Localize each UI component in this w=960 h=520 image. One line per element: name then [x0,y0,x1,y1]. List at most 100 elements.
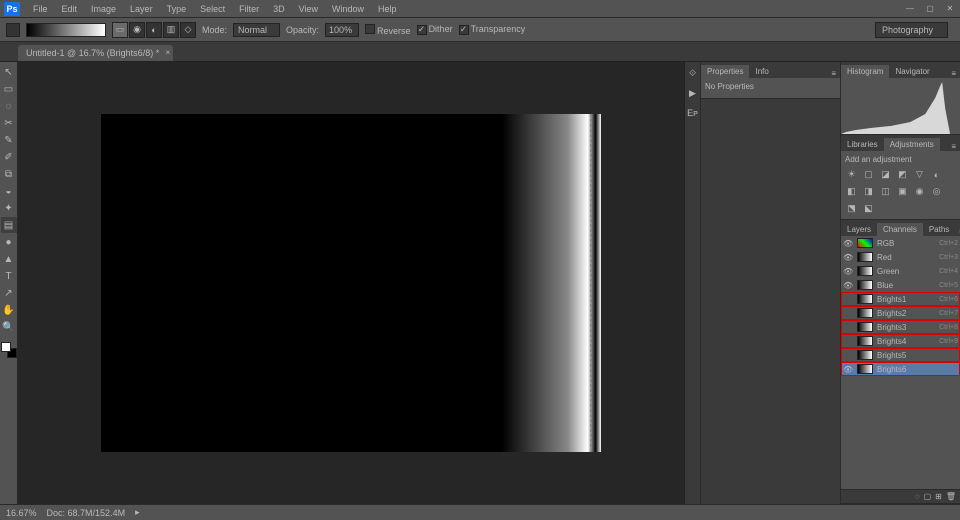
channel-brights2[interactable]: Brights2Ctrl+7 [841,306,960,320]
menu-help[interactable]: Help [371,2,404,16]
menu-select[interactable]: Select [193,2,232,16]
adjustment-icon-1[interactable]: ▢ [862,168,875,181]
tool-5[interactable]: ✐ [1,149,17,165]
tab-navigator[interactable]: Navigator [889,65,935,78]
tool-6[interactable]: ⧉ [1,166,17,182]
tool-preset-icon[interactable] [6,23,20,37]
tool-12[interactable]: T [1,268,17,284]
tool-9[interactable]: ▤ [1,217,17,233]
visibility-icon[interactable]: 👁 [843,267,853,276]
tool-3[interactable]: ✂ [1,115,17,131]
gradient-preview[interactable] [26,23,106,37]
visibility-icon[interactable]: 👁 [843,365,853,374]
tool-13[interactable]: ↗ [1,285,17,301]
close-tab-icon[interactable]: × [166,48,171,57]
document-tab[interactable]: Untitled-1 @ 16.7% (Brights6/8) * × [18,45,173,61]
menu-layer[interactable]: Layer [123,2,160,16]
menu-filter[interactable]: Filter [232,2,266,16]
channel-rgb[interactable]: 👁RGBCtrl+2 [841,236,960,250]
status-chevron-icon[interactable]: ▸ [135,507,140,518]
tab-libraries[interactable]: Libraries [841,138,884,151]
zoom-level[interactable]: 16.67% [6,508,37,518]
panel-menu-icon[interactable]: ≡ [947,69,960,78]
new-channel-icon[interactable]: ⊞ [935,492,942,501]
channel-green[interactable]: 👁GreenCtrl+4 [841,264,960,278]
gradient-diamond-icon[interactable]: ◇ [180,22,196,38]
color-swatches[interactable] [1,342,17,358]
canvas-area[interactable] [18,62,684,504]
workspace-select[interactable]: Photography [875,22,948,38]
adjustment-icon-9[interactable]: ▣ [896,185,909,198]
channel-brights1[interactable]: Brights1Ctrl+6 [841,292,960,306]
gradient-radial-icon[interactable]: ◉ [129,22,145,38]
tab-layers[interactable]: Layers [841,223,877,236]
adjustment-icon-6[interactable]: ◧ [845,185,858,198]
dither-checkbox[interactable]: ✓Dither [417,24,453,35]
tab-channels[interactable]: Channels [877,223,923,236]
channel-blue[interactable]: 👁BlueCtrl+5 [841,278,960,292]
load-selection-icon[interactable]: ◌ [915,492,920,501]
menu-image[interactable]: Image [84,2,123,16]
adjustment-icon-8[interactable]: ◫ [879,185,892,198]
tool-15[interactable]: 🔍 [1,319,17,335]
adjustment-icon-7[interactable]: ◨ [862,185,875,198]
adjustment-icon-2[interactable]: ◪ [879,168,892,181]
gradient-linear-icon[interactable]: ▭ [112,22,128,38]
menu-view[interactable]: View [292,2,325,16]
tool-1[interactable]: ▭ [1,81,17,97]
close-button[interactable]: ✕ [940,0,960,16]
visibility-icon[interactable]: 👁 [843,239,853,248]
tool-7[interactable]: ◒ [1,183,17,199]
tool-0[interactable]: ↖ [1,64,17,80]
dock-icon-1[interactable]: ▶ [686,86,700,100]
save-selection-icon[interactable]: ▢ [924,492,932,501]
maximize-button[interactable]: ▢ [920,0,940,16]
menu-window[interactable]: Window [325,2,371,16]
adjustment-icon-10[interactable]: ◉ [913,185,926,198]
channel-brights4[interactable]: Brights4Ctrl+9 [841,334,960,348]
adjustment-icon-0[interactable]: ☀ [845,168,858,181]
channel-brights3[interactable]: Brights3Ctrl+8 [841,320,960,334]
dock-icon-2[interactable]: Eᴘ [686,106,700,120]
document-canvas[interactable] [101,114,601,452]
tool-2[interactable]: ◌ [1,98,17,114]
adjustment-icon-3[interactable]: ◩ [896,168,909,181]
menu-file[interactable]: File [26,2,55,16]
gradient-angle-icon[interactable]: ◐ [146,22,162,38]
gradient-reflected-icon[interactable]: ▥ [163,22,179,38]
tool-11[interactable]: ▲ [1,251,17,267]
channel-red[interactable]: 👁RedCtrl+3 [841,250,960,264]
tool-14[interactable]: ✋ [1,302,17,318]
adjustment-icon-11[interactable]: ◎ [930,185,943,198]
mode-select[interactable]: Normal [233,23,280,37]
panel-menu-icon[interactable]: ≡ [947,142,960,151]
adjustment-icon-4[interactable]: ▽ [913,168,926,181]
channel-brights5[interactable]: Brights5 [841,348,960,362]
tab-info[interactable]: Info [749,65,774,78]
dock-icon-0[interactable]: ⟐ [686,66,700,80]
tab-paths[interactable]: Paths [923,223,955,236]
delete-channel-icon[interactable]: 🗑 [946,492,956,501]
adjustment-icon-12[interactable]: ⬔ [845,202,858,215]
minimize-button[interactable]: — [900,0,920,16]
tab-histogram[interactable]: Histogram [841,65,889,78]
menu-edit[interactable]: Edit [55,2,85,16]
channel-name: RGB [877,239,935,248]
visibility-icon[interactable]: 👁 [843,253,853,262]
tab-adjustments[interactable]: Adjustments [884,138,940,151]
tab-properties[interactable]: Properties [701,65,749,78]
opacity-input[interactable]: 100% [325,23,359,37]
panel-menu-icon[interactable]: ≡ [955,227,960,236]
tool-4[interactable]: ✎ [1,132,17,148]
panel-menu-icon[interactable]: ≡ [827,69,840,78]
menu-3d[interactable]: 3D [266,2,292,16]
channel-brights6[interactable]: 👁Brights6 [841,362,960,376]
tool-10[interactable]: ● [1,234,17,250]
adjustment-icon-5[interactable]: ◐ [930,168,943,181]
reverse-checkbox[interactable]: Reverse [365,24,411,36]
menu-type[interactable]: Type [160,2,194,16]
transparency-checkbox[interactable]: ✓Transparency [459,24,526,35]
adjustment-icon-13[interactable]: ⬕ [862,202,875,215]
tool-8[interactable]: ✦ [1,200,17,216]
visibility-icon[interactable]: 👁 [843,281,853,290]
